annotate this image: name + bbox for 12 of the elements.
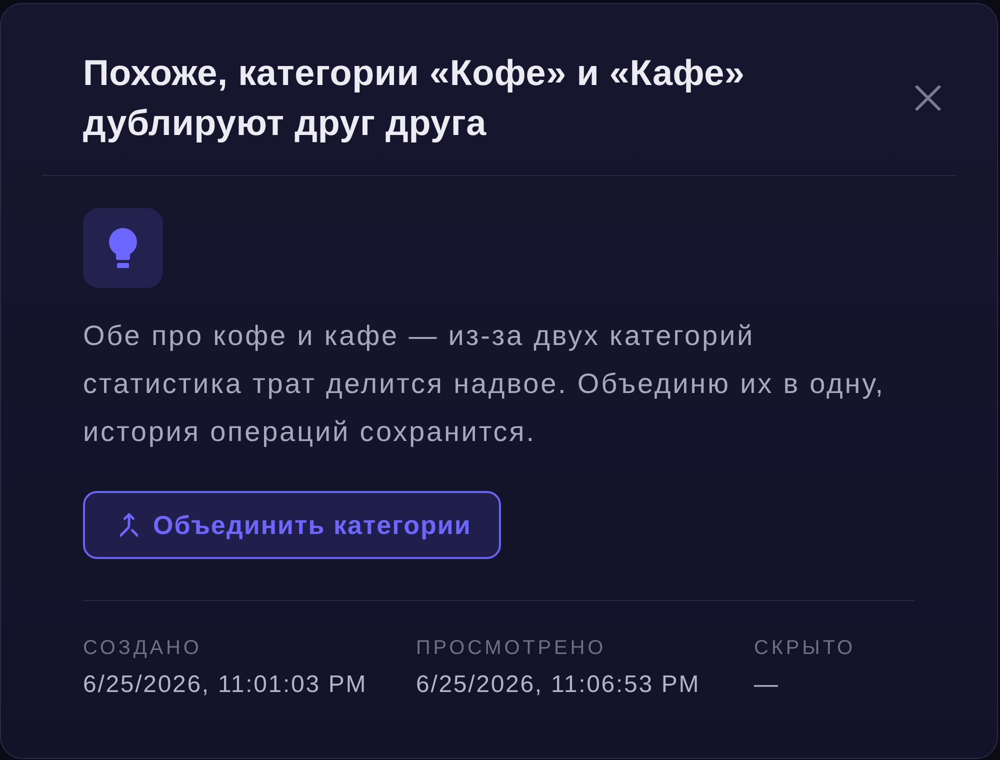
lightbulb-icon [83, 208, 163, 288]
meta-value: 6/25/2026, 11:06:53 PM [416, 670, 700, 700]
merge-button[interactable]: Объединить категории [83, 491, 502, 559]
meta-label: СКРЫТО [754, 636, 856, 661]
merge-icon [120, 513, 138, 537]
description-text: Обе про кофе и кафе — из-за двух категорий статистика трат делится надвое. Объединю их в одну, история операций сохранится. [83, 319, 886, 449]
close-icon [914, 84, 942, 112]
meta-value: 6/25/2026, 11:01:03 PM [83, 670, 368, 700]
dialog-title: Похоже, категории «Кофе» и «Кафе» дублируют друг друга [83, 51, 746, 145]
meta-label: СОЗДАНО [83, 636, 202, 661]
meta-value: — [754, 670, 780, 700]
meta-label: ПРОСМОТРЕНО [416, 636, 606, 661]
